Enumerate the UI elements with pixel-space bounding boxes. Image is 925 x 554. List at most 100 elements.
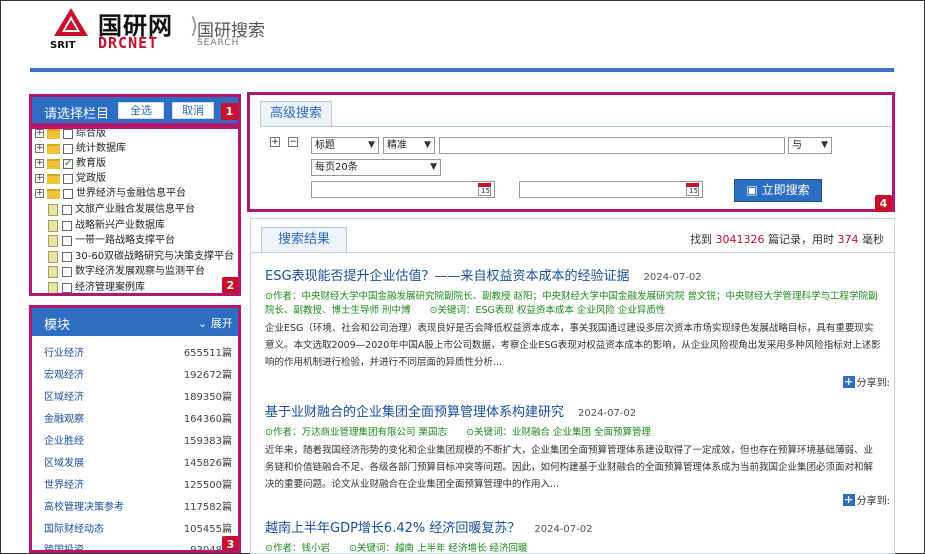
start-date-input[interactable] [311,181,495,198]
module-item[interactable]: 国际财经动态 105455篇 [44,520,232,540]
tree-item-label: 30-60双碳战略研究与决策支撑平台 [75,251,235,262]
result-title[interactable]: ESG表现能否提升企业估值？——来自权益资本成本的经验证据 [265,269,630,284]
tree-item-label: 世界经济与金融信息平台 [76,188,186,199]
search-button[interactable]: ▣ 立即搜索 [734,179,822,202]
tree-item[interactable]: 一带一路战略支撑平台 [48,233,175,248]
chevron-down-icon: ▼ [430,162,437,172]
tree-item[interactable]: 文旅产业融合发展信息平台 [48,202,195,217]
checkbox[interactable] [63,188,73,199]
tree-item[interactable]: 经济管理案例库 [48,280,145,293]
checkbox[interactable] [62,204,72,215]
checkbox[interactable] [62,282,72,293]
tree-item-label: 教育版 [76,158,106,169]
folder-icon [47,188,60,199]
expand-toggle[interactable]: ⌄ 展开 [198,315,233,331]
module-name[interactable]: 行业经济 [44,348,84,359]
tree-item[interactable]: + 世界经济与金融信息平台 [35,186,186,201]
module-name[interactable]: 企业胜经 [44,436,84,447]
result-item: 越南上半年GDP增长6.42% 经济回暖复苏？ 2024-07-02 ⊙作者：钱小… [265,517,881,553]
calendar-icon[interactable]: 15 [478,183,491,196]
cancel-button[interactable]: 取消 [172,102,214,119]
module-item[interactable]: 区域发展 145826篇 [44,454,232,474]
result-abstract: 企业ESG（环境、社会和公司治理）表现良好是否会降低权益资本成本，事关我国通过建… [265,323,881,368]
module-count: 117582篇 [183,502,232,513]
document-icon [48,250,58,263]
module-name[interactable]: 宏观经济 [44,370,84,381]
expand-icon[interactable]: + [35,129,44,138]
module-count: 189350篇 [183,392,232,403]
tree-item-label: 党政版 [76,173,106,184]
header-divider [30,68,894,72]
tree-item[interactable]: 战略新兴产业数据库 [48,218,165,233]
expand-icon[interactable]: + [35,174,44,183]
chevron-down-icon: ▼ [368,140,375,150]
result-title[interactable]: 越南上半年GDP增长6.42% 经济回暖复苏？ [265,521,520,536]
module-item[interactable]: 世界经济 125500篇 [44,476,232,496]
tree-item[interactable]: + 综合版 [35,129,106,141]
module-item[interactable]: 企业胜经 159383篇 [44,432,232,452]
checkbox[interactable] [62,251,72,262]
module-item[interactable]: 跨国投资 93048篇 [44,541,232,550]
category-tree: + 综合版 + 统计数据库 + 教育版 + 党政版 + 世界经济与金融信息平台 文旅产业融… [29,126,241,296]
checkbox[interactable] [62,235,72,246]
remove-row-icon[interactable]: − [288,137,298,147]
expand-icon[interactable]: + [35,144,44,153]
module-panel-header: 模块 ⌄ 展开 [32,308,238,336]
folder-icon [47,129,60,139]
result-meta: ⊙作者：万达商业管理集团有限公司 栗国志 ⊙关键词：业财融合 企业集团 全面预算… [265,427,651,438]
module-item[interactable]: 区域经济 189350篇 [44,388,232,408]
select-all-button[interactable]: 全选 [118,102,164,119]
checkbox[interactable] [63,129,73,139]
module-item[interactable]: 行业经济 655511篇 [44,344,232,364]
tree-item[interactable]: + 教育版 [35,156,106,171]
tab-advanced-search[interactable]: 高级搜索 [260,101,332,127]
keyword-input[interactable] [439,137,785,154]
expand-icon[interactable]: + [35,159,44,168]
per-page-select[interactable]: 每页20条 ▼ [311,159,441,176]
badge-3: 3 [222,536,238,550]
module-name[interactable]: 区域经济 [44,392,84,403]
tree-item[interactable]: + 统计数据库 [35,141,126,156]
field-select[interactable]: 标题 ▼ [311,137,379,154]
end-date-input[interactable] [519,181,703,198]
share-button[interactable]: + 分享到: [842,492,890,507]
plus-icon: + [842,492,855,506]
module-name[interactable]: 跨国投资 [44,545,84,550]
expand-label: 展开 [210,317,233,330]
match-select[interactable]: 精准 ▼ [383,137,435,154]
share-button[interactable]: + 分享到: [842,374,890,389]
result-abstract: 近年来，随着我国经济形势的变化和企业集团规模的不断扩大，企业集团全面预算管理体系… [265,445,874,490]
chevron-down-icon: ▼ [424,140,431,150]
result-time: 374 [837,233,859,246]
module-item[interactable]: 宏观经济 192672篇 [44,366,232,386]
page-subtitle: SEARCH [197,38,240,48]
plus-icon: + [842,374,855,388]
module-item[interactable]: 高校管理决策参考 117582篇 [44,498,232,518]
tree-item[interactable]: + 党政版 [35,171,106,186]
module-item[interactable]: 金融观察 164360篇 [44,410,232,430]
result-meta: ⊙作者：中央财经大学中国金融发展研究院副院长、副教授 赵阳；中央财经大学中国金融… [265,291,878,316]
tab-search-results[interactable]: 搜索结果 [261,227,347,253]
module-name[interactable]: 国际财经动态 [44,524,104,535]
checkbox-checked[interactable] [63,156,73,171]
checkbox[interactable] [62,220,72,231]
tree-item[interactable]: 30-60双碳战略研究与决策支撑平台 [48,249,234,264]
module-name[interactable]: 世界经济 [44,480,84,491]
module-name[interactable]: 高校管理决策参考 [44,502,124,513]
result-title[interactable]: 基于业财融合的企业集团全面预算管理体系构建研究 [265,405,564,420]
document-icon [48,234,58,247]
module-count: 125500篇 [183,480,232,491]
document-icon [48,203,58,216]
checkbox[interactable] [63,143,73,154]
checkbox[interactable] [63,173,73,184]
calendar-icon[interactable]: 15 [686,183,699,196]
badge-4: 4 [875,195,892,212]
module-name[interactable]: 金融观察 [44,414,84,425]
module-name[interactable]: 区域发展 [44,458,84,469]
logic-select[interactable]: 与 ▼ [788,137,832,154]
tree-item[interactable]: 数字经济发展观察与监测平台 [48,264,205,279]
add-row-icon[interactable]: + [270,137,280,147]
module-count: 655511篇 [183,348,232,359]
checkbox[interactable] [62,266,72,277]
expand-icon[interactable]: + [35,189,44,198]
